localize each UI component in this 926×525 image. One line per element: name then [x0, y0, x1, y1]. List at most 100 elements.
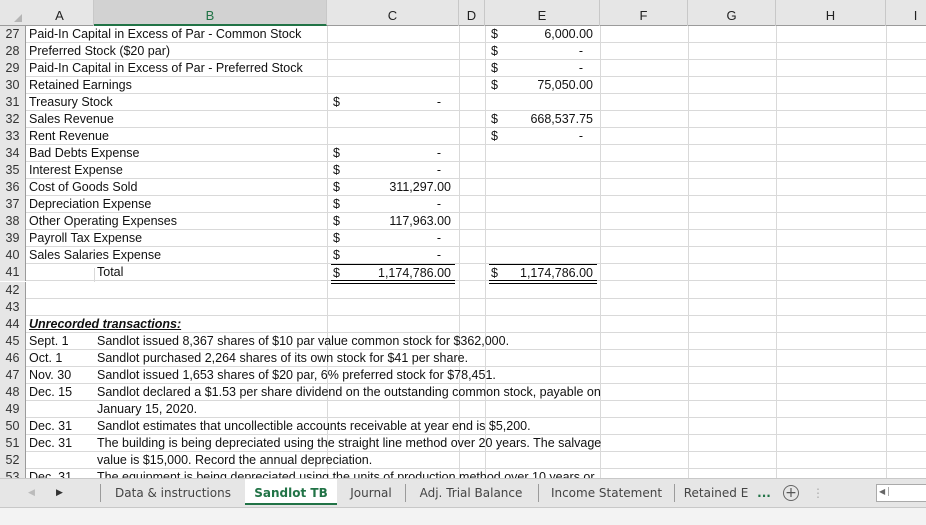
row-number: 27 — [0, 26, 26, 43]
credit-amount: 668,537.75 — [530, 112, 593, 126]
row-number: 32 — [0, 111, 26, 128]
transaction-row: 51 Dec. 31 The building is being depreci… — [0, 435, 926, 452]
tab-adj-trial-balance[interactable]: Adj. Trial Balance — [406, 479, 536, 507]
debit-cell[interactable]: $ - — [331, 230, 455, 247]
total-credit-cell[interactable]: $ 1,174,786.00 — [489, 264, 597, 281]
total-debit-cell[interactable]: $ 1,174,786.00 — [331, 264, 455, 281]
tab-splitter-handle[interactable]: ⋮ — [812, 479, 824, 507]
table-row: 29 Paid-In Capital in Excess of Par - Pr… — [0, 60, 926, 77]
transaction-date[interactable]: Dec. 15 — [29, 384, 72, 401]
tab-income-statement[interactable]: Income Statement — [539, 479, 674, 507]
select-all-corner[interactable] — [0, 0, 26, 26]
column-header-e[interactable]: E — [485, 0, 600, 26]
account-name[interactable]: Interest Expense — [29, 162, 123, 179]
currency-symbol: $ — [333, 266, 340, 280]
account-name[interactable]: Treasury Stock — [29, 94, 113, 111]
row-number: 47 — [0, 367, 26, 384]
transaction-row: 49 January 15, 2020. — [0, 401, 926, 418]
tab-retained-earnings[interactable]: Retained E — [676, 479, 756, 507]
transaction-description[interactable]: Sandlot purchased 2,264 shares of its ow… — [97, 350, 468, 367]
spreadsheet-grid[interactable]: A B C D E F G H I 27 Paid-In Capital in … — [0, 0, 926, 478]
account-name[interactable]: Preferred Stock ($20 par) — [29, 43, 170, 60]
currency-symbol: $ — [333, 248, 340, 262]
transaction-description[interactable]: January 15, 2020. — [97, 401, 197, 418]
transaction-date[interactable]: Dec. 31 — [29, 469, 72, 478]
add-sheet-icon[interactable]: + — [783, 485, 799, 501]
row-number: 36 — [0, 179, 26, 196]
currency-symbol: $ — [491, 112, 498, 126]
account-name[interactable]: Payroll Tax Expense — [29, 230, 142, 247]
transaction-date[interactable]: Dec. 31 — [29, 418, 72, 435]
column-header-a[interactable]: A — [26, 0, 94, 26]
column-header-f[interactable]: F — [600, 0, 688, 26]
table-row: 30 Retained Earnings $ 75,050.00 — [0, 77, 926, 94]
scroll-left-arrow-icon[interactable]: ◀ — [879, 487, 890, 496]
transaction-date[interactable]: Nov. 30 — [29, 367, 71, 384]
row-number: 31 — [0, 94, 26, 111]
column-header-b[interactable]: B — [94, 0, 327, 26]
transaction-date[interactable]: Dec. 31 — [29, 435, 72, 452]
credit-cell[interactable]: $ 6,000.00 — [489, 26, 597, 43]
debit-cell[interactable]: $ - — [331, 162, 455, 179]
account-name[interactable]: Other Operating Expenses — [29, 213, 177, 230]
column-header-i[interactable]: I — [886, 0, 926, 26]
row-number: 35 — [0, 162, 26, 179]
transaction-description[interactable]: Sandlot issued 8,367 shares of $10 par v… — [97, 333, 509, 350]
transaction-description[interactable]: Sandlot declared a $1.53 per share divid… — [97, 384, 601, 401]
transaction-description[interactable]: The equipment is being depreciated using… — [97, 469, 595, 478]
account-name[interactable]: Paid-In Capital in Excess of Par - Prefe… — [29, 60, 303, 77]
account-name[interactable]: Cost of Goods Sold — [29, 179, 137, 196]
scroll-tabs-left-icon[interactable]: ◀ — [28, 479, 35, 507]
debit-amount: 117,963.00 — [389, 214, 451, 228]
debit-amount: 311,297.00 — [389, 180, 451, 194]
credit-cell[interactable]: $ - — [489, 43, 597, 60]
row-number: 37 — [0, 196, 26, 213]
column-header-c[interactable]: C — [327, 0, 459, 26]
credit-cell[interactable]: $ - — [489, 60, 597, 77]
blank-row: 42 — [0, 282, 926, 299]
account-name[interactable]: Bad Debts Expense — [29, 145, 140, 162]
more-tabs-ellipsis[interactable]: ... — [754, 479, 774, 507]
account-name[interactable]: Retained Earnings — [29, 77, 132, 94]
account-name[interactable]: Paid-In Capital in Excess of Par - Commo… — [29, 26, 301, 43]
total-credit-amount: 1,174,786.00 — [520, 266, 593, 280]
credit-cell[interactable]: $ - — [489, 128, 597, 145]
transaction-description[interactable]: Sandlot issued 1,653 shares of $20 par, … — [97, 367, 496, 384]
column-header-h[interactable]: H — [776, 0, 886, 26]
row-number: 28 — [0, 43, 26, 60]
currency-symbol: $ — [333, 231, 340, 245]
credit-amount: - — [578, 61, 583, 75]
transaction-description[interactable]: Sandlot estimates that uncollectible acc… — [97, 418, 531, 435]
table-row: 34 Bad Debts Expense $ - — [0, 145, 926, 162]
total-label[interactable]: Total — [97, 264, 123, 281]
credit-cell[interactable]: $ 668,537.75 — [489, 111, 597, 128]
account-name[interactable]: Sales Salaries Expense — [29, 247, 161, 264]
debit-cell[interactable]: $ - — [331, 145, 455, 162]
row-number: 52 — [0, 452, 26, 469]
debit-cell[interactable]: $ - — [331, 247, 455, 264]
transaction-date[interactable]: Sept. 1 — [29, 333, 69, 350]
tab-journal[interactable]: Journal — [337, 479, 405, 507]
transaction-description[interactable]: value is $15,000. Record the annual depr… — [97, 452, 372, 469]
row-number: 40 — [0, 247, 26, 264]
unrecorded-transactions-heading[interactable]: Unrecorded transactions: — [29, 316, 181, 333]
debit-cell[interactable]: $ - — [331, 94, 455, 111]
transaction-description[interactable]: The building is being depreciated using … — [97, 435, 601, 452]
account-name[interactable]: Rent Revenue — [29, 128, 109, 145]
total-debit-amount: 1,174,786.00 — [378, 266, 451, 280]
account-name[interactable]: Depreciation Expense — [29, 196, 151, 213]
tab-sandlot-tb[interactable]: Sandlot TB — [245, 479, 337, 505]
scroll-tabs-right-icon[interactable]: ▶ — [56, 479, 63, 507]
column-header-d[interactable]: D — [459, 0, 485, 26]
transaction-date[interactable]: Oct. 1 — [29, 350, 62, 367]
account-name[interactable]: Sales Revenue — [29, 111, 114, 128]
currency-symbol: $ — [491, 78, 498, 92]
column-header-g[interactable]: G — [688, 0, 776, 26]
horizontal-scrollbar[interactable]: ◀ — [876, 484, 926, 502]
tab-data-instructions[interactable]: Data & instructions — [101, 479, 245, 507]
table-row: 32 Sales Revenue $ 668,537.75 — [0, 111, 926, 128]
debit-cell[interactable]: $ - — [331, 196, 455, 213]
debit-cell[interactable]: $ 311,297.00 — [331, 179, 455, 196]
credit-cell[interactable]: $ 75,050.00 — [489, 77, 597, 94]
debit-cell[interactable]: $ 117,963.00 — [331, 213, 455, 230]
